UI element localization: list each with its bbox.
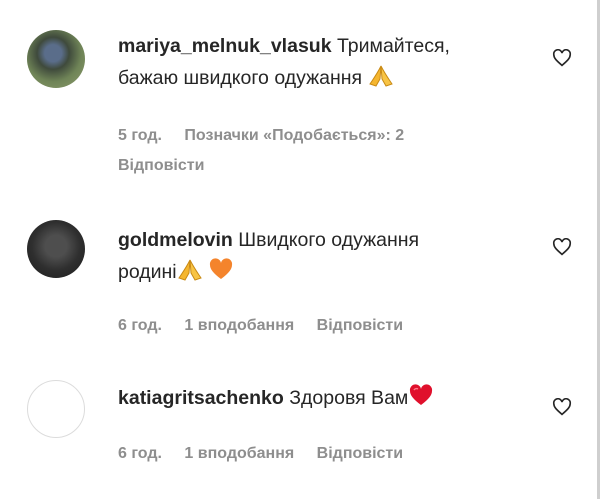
pray-emoji (368, 65, 393, 87)
comment-meta: 6 год. 1 вподобання Відповісти (118, 317, 421, 335)
username-link[interactable]: katiagritsachenko (118, 387, 284, 409)
comment-time: 5 год. (118, 127, 162, 144)
like-heart-icon[interactable] (552, 398, 572, 416)
reply-button[interactable]: Відповісти (118, 157, 204, 175)
comment-text: katiagritsachenko Здоровя Вам (118, 382, 518, 414)
username-link[interactable]: mariya_melnuk_vlasuk (118, 35, 332, 57)
comment-body-line2: бажаю швидкого одужання (118, 67, 363, 89)
username-link[interactable]: goldmelovin (118, 229, 233, 251)
comment-meta: 6 год. 1 вподобання Відповісти (118, 445, 421, 463)
comment-time: 6 год. (118, 445, 162, 462)
user-avatar[interactable] (27, 220, 85, 278)
comment-text: goldmelovin Швидкого одужання родині (118, 224, 518, 288)
comment-body-line1: Тримайтеся, (336, 35, 450, 57)
comment-time: 6 год. (118, 317, 162, 334)
reply-button[interactable]: Відповісти (317, 445, 403, 462)
likes-count-link[interactable]: 1 вподобання (184, 445, 294, 462)
comment-body-line1: Здоровя Вам (289, 387, 409, 409)
pray-emoji (177, 259, 202, 281)
orange-heart-emoji (209, 258, 233, 279)
red-heart-emoji (410, 384, 433, 405)
user-avatar[interactable] (27, 30, 85, 88)
likes-count-link[interactable]: Позначки «Подобається»: 2 (184, 127, 404, 144)
comment-text: mariya_melnuk_vlasuk Тримайтеся, бажаю ш… (118, 30, 518, 94)
like-heart-icon[interactable] (552, 49, 572, 67)
comment-body-line1: Швидкого одужання (238, 229, 420, 251)
user-avatar[interactable] (27, 380, 85, 438)
reply-button[interactable]: Відповісти (317, 317, 403, 334)
like-heart-icon[interactable] (552, 238, 572, 256)
likes-count-link[interactable]: 1 вподобання (184, 317, 294, 334)
comment-meta: 5 год. Позначки «Подобається»: 2 (118, 127, 422, 145)
comment-body-line2: родині (118, 261, 177, 283)
